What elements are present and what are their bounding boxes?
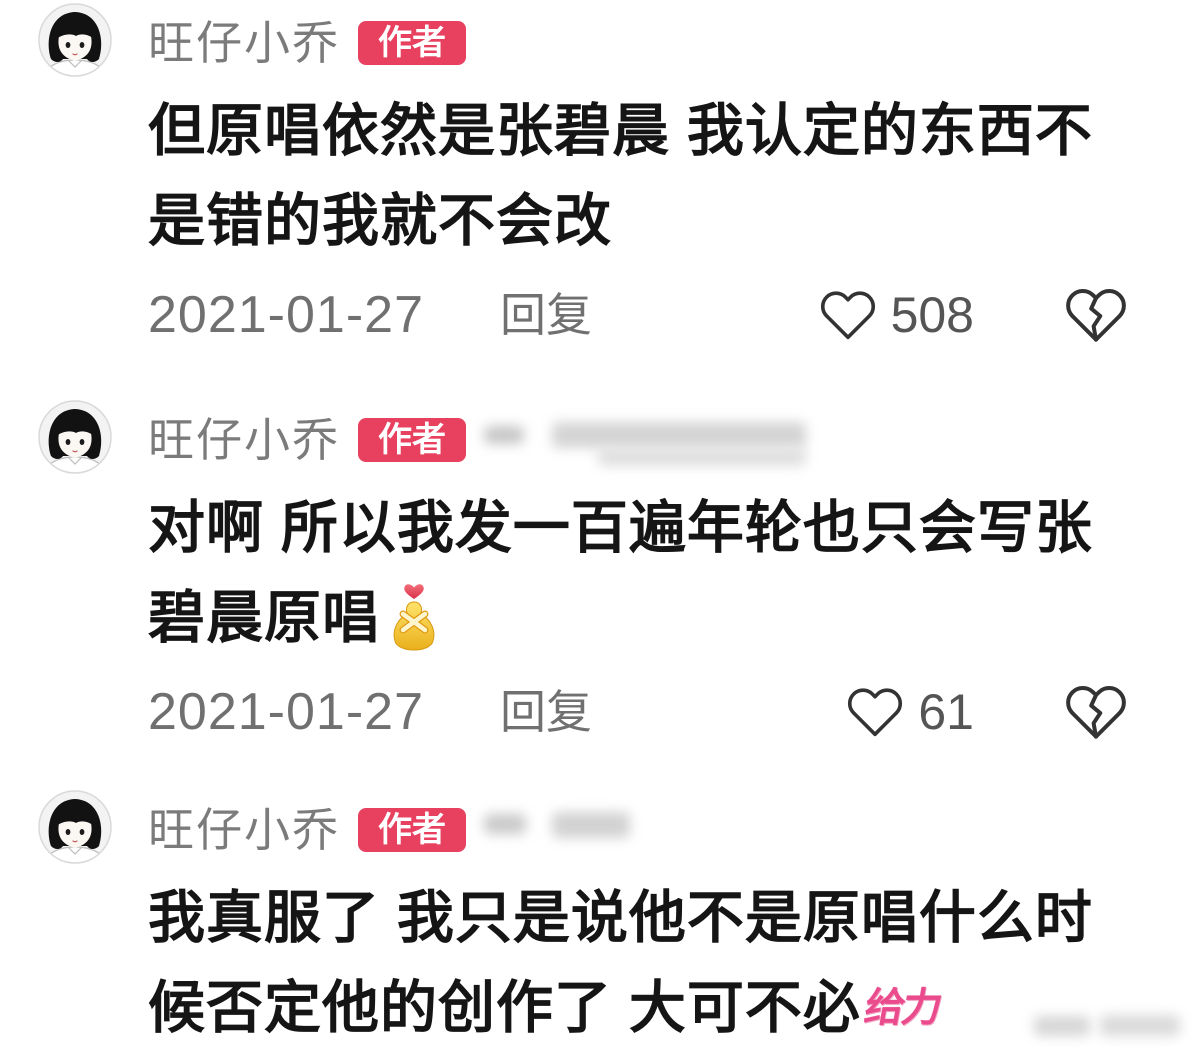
comment-line: 候否定他的创作了 大可不必 给力 [148, 973, 943, 1043]
comment-line: 碧晨原唱 [148, 583, 444, 653]
comment-date: 2021-01-27 [148, 286, 424, 344]
reply-button[interactable]: 回复 [500, 285, 592, 345]
comment-line-text: 是错的我就不会改 [148, 189, 612, 253]
comment-line: 是错的我就不会改 [148, 186, 612, 256]
dislike-button[interactable] [1064, 680, 1128, 744]
author-badge: 作者 [358, 418, 466, 462]
watermark-blur [1100, 1015, 1180, 1036]
comment-line: 但原唱依然是张碧晨 我认定的东西不 [148, 96, 1093, 166]
comment-header: 旺仔小乔 作者 [148, 415, 466, 465]
blurred-text [484, 426, 524, 444]
username[interactable]: 旺仔小乔 [148, 18, 340, 68]
like-button[interactable]: 61 [846, 682, 974, 742]
blurred-text [552, 422, 806, 448]
comment-line-text: 碧晨原唱 [148, 586, 380, 650]
blurred-text [484, 814, 526, 834]
comment-line: 对啊 所以我发一百遍年轮也只会写张 [148, 493, 1093, 563]
comment-body[interactable]: 但原唱依然是张碧晨 我认定的东西不 是错的我就不会改 [148, 96, 1148, 256]
comment-meta: 2021-01-27 回复 508 [0, 285, 1200, 345]
broken-heart-icon[interactable] [1064, 283, 1128, 347]
comment-item: 旺仔小乔 作者 对啊 所以我发一百遍年轮也只会写张 碧晨原唱 2021-01-2… [0, 400, 1200, 745]
comment-header: 旺仔小乔 作者 [148, 805, 466, 855]
comment-date: 2021-01-27 [148, 683, 424, 741]
comment-meta: 2021-01-27 回复 61 [0, 682, 1200, 742]
comment-line-text: 但原唱依然是张碧晨 我认定的东西不 [148, 99, 1093, 163]
heart-icon[interactable] [819, 286, 877, 344]
dislike-button[interactable] [1064, 283, 1128, 347]
comment-item: 旺仔小乔 作者 我真服了 我只是说他不是原唱什么时 候否定他的创作了 大可不必 … [0, 790, 1200, 1045]
blurred-text [598, 448, 806, 466]
comment-body[interactable]: 对啊 所以我发一百遍年轮也只会写张 碧晨原唱 [148, 493, 1148, 653]
like-count: 508 [890, 287, 974, 343]
comment-line-text: 我真服了 我只是说他不是原唱什么时 [148, 886, 1093, 950]
geili-sticker: 给力 [860, 986, 943, 1030]
comment-line: 我真服了 我只是说他不是原唱什么时 [148, 883, 1093, 953]
reply-button[interactable]: 回复 [500, 682, 592, 742]
watermark [1030, 1012, 1180, 1040]
broken-heart-icon[interactable] [1064, 680, 1128, 744]
comment-body[interactable]: 我真服了 我只是说他不是原唱什么时 候否定他的创作了 大可不必 给力 [148, 883, 1148, 1043]
username[interactable]: 旺仔小乔 [148, 415, 340, 465]
comment-item: 旺仔小乔 作者 但原唱依然是张碧晨 我认定的东西不 是错的我就不会改 2021-… [0, 3, 1200, 348]
watermark-blur [1034, 1016, 1090, 1036]
author-badge: 作者 [358, 808, 466, 852]
like-count: 61 [918, 684, 974, 740]
heart-icon[interactable] [846, 683, 904, 741]
avatar[interactable] [38, 400, 112, 474]
like-button[interactable]: 508 [819, 285, 974, 345]
heart-hug-emoji [393, 584, 435, 651]
username[interactable]: 旺仔小乔 [148, 805, 340, 855]
blurred-text [552, 812, 630, 838]
comment-line-text: 候否定他的创作了 大可不必 [148, 976, 861, 1040]
author-badge: 作者 [358, 21, 466, 65]
comment-header: 旺仔小乔 作者 [148, 18, 466, 68]
avatar[interactable] [38, 790, 112, 864]
comment-line-text: 对啊 所以我发一百遍年轮也只会写张 [148, 496, 1093, 560]
avatar[interactable] [38, 3, 112, 77]
